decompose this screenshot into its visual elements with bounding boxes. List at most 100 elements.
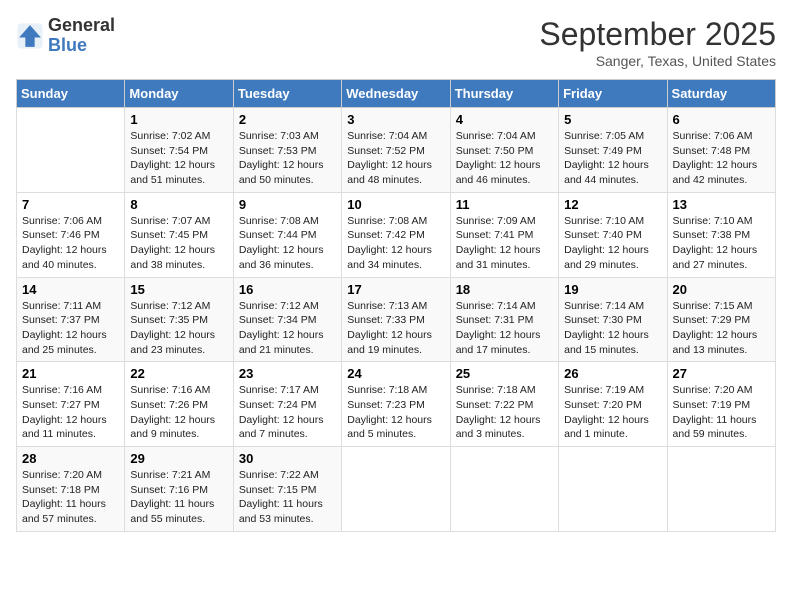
- weekday-header: Sunday: [17, 80, 125, 108]
- calendar-cell: 16 Sunrise: 7:12 AMSunset: 7:34 PMDayligh…: [233, 277, 341, 362]
- day-number: 14: [22, 282, 119, 297]
- weekday-header: Friday: [559, 80, 667, 108]
- day-number: 29: [130, 451, 227, 466]
- page-header: General Blue September 2025 Sanger, Texa…: [16, 16, 776, 69]
- day-number: 17: [347, 282, 444, 297]
- day-number: 26: [564, 366, 661, 381]
- day-info: Sunrise: 7:04 AMSunset: 7:52 PMDaylight:…: [347, 129, 444, 188]
- calendar-cell: 23Sunrise: 7:17 AMSunset: 7:24 PMDayligh…: [233, 362, 341, 447]
- calendar-cell: 28 Sunrise: 7:20 AMSunset: 7:18 PMDayligh…: [17, 447, 125, 532]
- day-number: 3: [347, 112, 444, 127]
- calendar-cell: 21 Sunrise: 7:16 AMSunset: 7:27 PMDayligh…: [17, 362, 125, 447]
- calendar-cell: 12 Sunrise: 7:10 AMSunset: 7:40 PMDayligh…: [559, 192, 667, 277]
- calendar-cell: 29 Sunrise: 7:21 AMSunset: 7:16 PMDayligh…: [125, 447, 233, 532]
- calendar-cell: 8 Sunrise: 7:07 AMSunset: 7:45 PMDaylight…: [125, 192, 233, 277]
- weekday-header-row: SundayMondayTuesdayWednesdayThursdayFrid…: [17, 80, 776, 108]
- day-number: 10: [347, 197, 444, 212]
- day-number: 12: [564, 197, 661, 212]
- day-number: 5: [564, 112, 661, 127]
- weekday-header: Wednesday: [342, 80, 450, 108]
- calendar-cell: 19Sunrise: 7:14 AMSunset: 7:30 PMDayligh…: [559, 277, 667, 362]
- day-number: 22: [130, 366, 227, 381]
- day-info: Sunrise: 7:12 AMSunset: 7:34 PMDaylight:…: [239, 299, 336, 358]
- day-info: Sunrise: 7:20 AMSunset: 7:18 PMDaylight:…: [22, 468, 119, 527]
- logo-icon: [16, 22, 44, 50]
- day-number: 30: [239, 451, 336, 466]
- day-info: Sunrise: 7:15 AMSunset: 7:29 PMDaylight:…: [673, 299, 770, 358]
- day-info: Sunrise: 7:21 AMSunset: 7:16 PMDaylight:…: [130, 468, 227, 527]
- calendar-cell: 4 Sunrise: 7:04 AMSunset: 7:50 PMDaylight…: [450, 108, 558, 193]
- location: Sanger, Texas, United States: [539, 53, 776, 69]
- logo-text: General Blue: [48, 16, 115, 56]
- day-info: Sunrise: 7:10 AMSunset: 7:38 PMDaylight:…: [673, 214, 770, 273]
- day-number: 21: [22, 366, 119, 381]
- day-number: 1: [130, 112, 227, 127]
- day-number: 23: [239, 366, 336, 381]
- day-info: Sunrise: 7:10 AMSunset: 7:40 PMDaylight:…: [564, 214, 661, 273]
- day-number: 4: [456, 112, 553, 127]
- weekday-header: Thursday: [450, 80, 558, 108]
- calendar-cell: 2 Sunrise: 7:03 AMSunset: 7:53 PMDaylight…: [233, 108, 341, 193]
- day-info: Sunrise: 7:18 AMSunset: 7:22 PMDaylight:…: [456, 383, 553, 442]
- calendar-table: SundayMondayTuesdayWednesdayThursdayFrid…: [16, 79, 776, 532]
- day-info: Sunrise: 7:07 AMSunset: 7:45 PMDaylight:…: [130, 214, 227, 273]
- day-number: 13: [673, 197, 770, 212]
- day-number: 16: [239, 282, 336, 297]
- day-info: Sunrise: 7:06 AMSunset: 7:46 PMDaylight:…: [22, 214, 119, 273]
- title-block: September 2025 Sanger, Texas, United Sta…: [539, 16, 776, 69]
- calendar-week-row: 21 Sunrise: 7:16 AMSunset: 7:27 PMDayligh…: [17, 362, 776, 447]
- day-number: 2: [239, 112, 336, 127]
- day-number: 15: [130, 282, 227, 297]
- day-info: Sunrise: 7:03 AMSunset: 7:53 PMDaylight:…: [239, 129, 336, 188]
- month-title: September 2025: [539, 16, 776, 53]
- logo: General Blue: [16, 16, 115, 56]
- day-info: Sunrise: 7:16 AMSunset: 7:26 PMDaylight:…: [130, 383, 227, 442]
- calendar-cell: [667, 447, 775, 532]
- day-info: Sunrise: 7:09 AMSunset: 7:41 PMDaylight:…: [456, 214, 553, 273]
- calendar-cell: 24Sunrise: 7:18 AMSunset: 7:23 PMDayligh…: [342, 362, 450, 447]
- calendar-cell: 11 Sunrise: 7:09 AMSunset: 7:41 PMDayligh…: [450, 192, 558, 277]
- day-info: Sunrise: 7:14 AMSunset: 7:31 PMDaylight:…: [456, 299, 553, 358]
- calendar-cell: 6Sunrise: 7:06 AMSunset: 7:48 PMDaylight…: [667, 108, 775, 193]
- day-info: Sunrise: 7:12 AMSunset: 7:35 PMDaylight:…: [130, 299, 227, 358]
- weekday-header: Tuesday: [233, 80, 341, 108]
- day-info: Sunrise: 7:11 AMSunset: 7:37 PMDaylight:…: [22, 299, 119, 358]
- day-info: Sunrise: 7:18 AMSunset: 7:23 PMDaylight:…: [347, 383, 444, 442]
- day-info: Sunrise: 7:08 AMSunset: 7:42 PMDaylight:…: [347, 214, 444, 273]
- calendar-cell: 22 Sunrise: 7:16 AMSunset: 7:26 PMDayligh…: [125, 362, 233, 447]
- calendar-cell: 25 Sunrise: 7:18 AMSunset: 7:22 PMDayligh…: [450, 362, 558, 447]
- calendar-cell: [342, 447, 450, 532]
- weekday-header: Monday: [125, 80, 233, 108]
- day-number: 8: [130, 197, 227, 212]
- day-info: Sunrise: 7:14 AMSunset: 7:30 PMDaylight:…: [564, 299, 661, 358]
- day-number: 28: [22, 451, 119, 466]
- calendar-cell: 30Sunrise: 7:22 AMSunset: 7:15 PMDayligh…: [233, 447, 341, 532]
- calendar-cell: 17 Sunrise: 7:13 AMSunset: 7:33 PMDayligh…: [342, 277, 450, 362]
- calendar-cell: [450, 447, 558, 532]
- day-number: 27: [673, 366, 770, 381]
- day-info: Sunrise: 7:08 AMSunset: 7:44 PMDaylight:…: [239, 214, 336, 273]
- calendar-cell: 5 Sunrise: 7:05 AMSunset: 7:49 PMDaylight…: [559, 108, 667, 193]
- day-number: 11: [456, 197, 553, 212]
- calendar-cell: 20Sunrise: 7:15 AMSunset: 7:29 PMDayligh…: [667, 277, 775, 362]
- day-info: Sunrise: 7:13 AMSunset: 7:33 PMDaylight:…: [347, 299, 444, 358]
- calendar-cell: 13 Sunrise: 7:10 AMSunset: 7:38 PMDayligh…: [667, 192, 775, 277]
- calendar-week-row: 28 Sunrise: 7:20 AMSunset: 7:18 PMDayligh…: [17, 447, 776, 532]
- day-number: 7: [22, 197, 119, 212]
- calendar-cell: [17, 108, 125, 193]
- calendar-week-row: 14 Sunrise: 7:11 AMSunset: 7:37 PMDayligh…: [17, 277, 776, 362]
- calendar-cell: [559, 447, 667, 532]
- calendar-cell: 10 Sunrise: 7:08 AMSunset: 7:42 PMDayligh…: [342, 192, 450, 277]
- calendar-week-row: 1Sunrise: 7:02 AMSunset: 7:54 PMDaylight…: [17, 108, 776, 193]
- weekday-header: Saturday: [667, 80, 775, 108]
- calendar-cell: 26Sunrise: 7:19 AMSunset: 7:20 PMDayligh…: [559, 362, 667, 447]
- day-info: Sunrise: 7:05 AMSunset: 7:49 PMDaylight:…: [564, 129, 661, 188]
- day-info: Sunrise: 7:16 AMSunset: 7:27 PMDaylight:…: [22, 383, 119, 442]
- calendar-cell: 1Sunrise: 7:02 AMSunset: 7:54 PMDaylight…: [125, 108, 233, 193]
- calendar-cell: 18Sunrise: 7:14 AMSunset: 7:31 PMDayligh…: [450, 277, 558, 362]
- calendar-cell: 15 Sunrise: 7:12 AMSunset: 7:35 PMDayligh…: [125, 277, 233, 362]
- calendar-cell: 14 Sunrise: 7:11 AMSunset: 7:37 PMDayligh…: [17, 277, 125, 362]
- day-number: 25: [456, 366, 553, 381]
- day-info: Sunrise: 7:20 AMSunset: 7:19 PMDaylight:…: [673, 383, 770, 442]
- day-info: Sunrise: 7:04 AMSunset: 7:50 PMDaylight:…: [456, 129, 553, 188]
